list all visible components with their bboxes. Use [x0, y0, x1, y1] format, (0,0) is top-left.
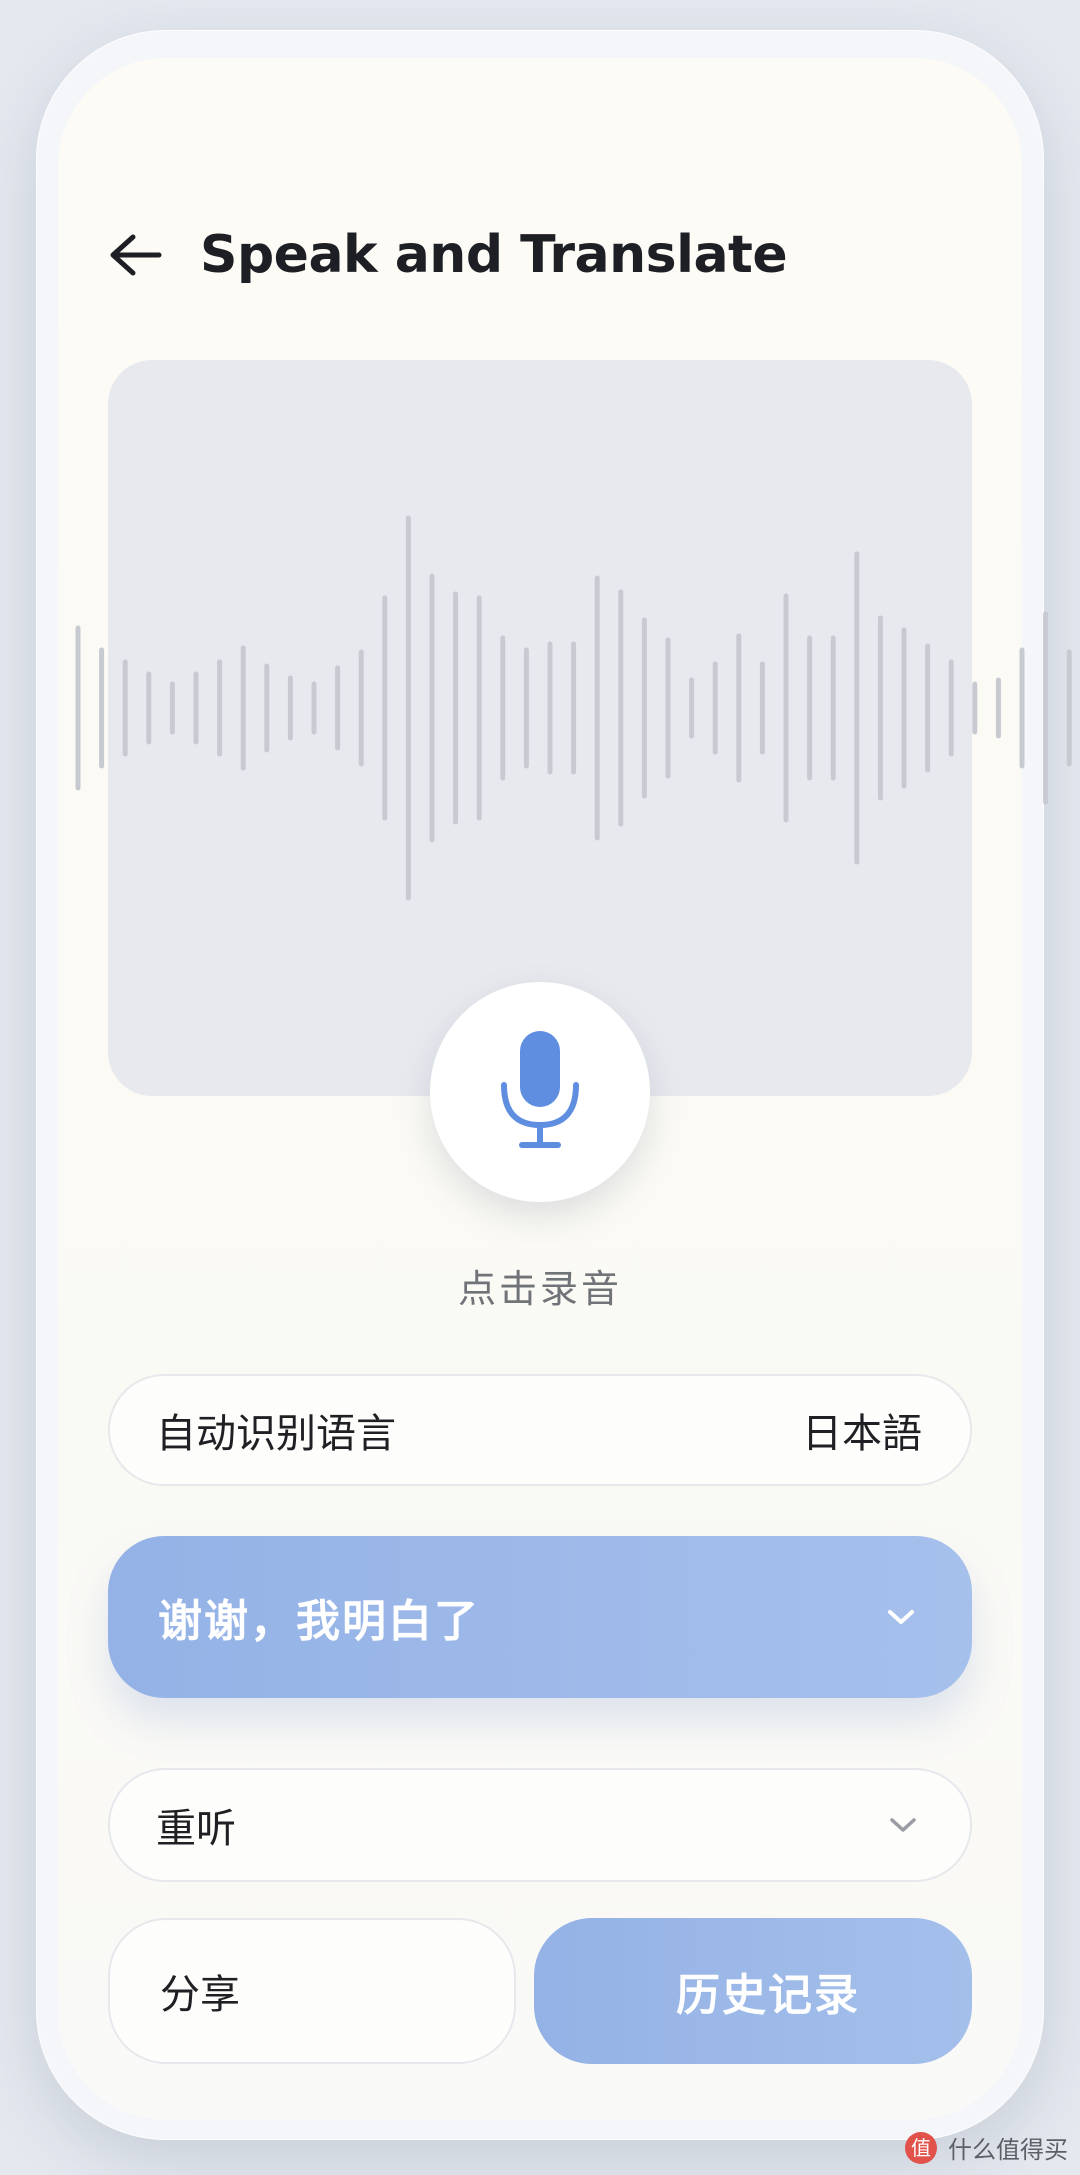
record-button[interactable]	[430, 982, 650, 1202]
share-label: 分享	[160, 1972, 240, 2018]
arrow-left-icon	[110, 234, 162, 276]
translation-result[interactable]: 谢谢，我明白了	[108, 1536, 972, 1698]
share-button[interactable]: 分享	[108, 1918, 516, 2064]
history-label: 历史记录	[676, 1970, 860, 2021]
back-button[interactable]	[100, 225, 170, 285]
history-button[interactable]: 历史记录	[534, 1918, 972, 2064]
replay-dropdown[interactable]: 重听	[108, 1768, 972, 1882]
chevron-down-icon[interactable]	[886, 1607, 916, 1627]
source-language: 自动识别语言	[156, 1411, 396, 1457]
language-selector[interactable]: 自动识别语言 日本語	[108, 1374, 972, 1486]
microphone-icon	[501, 1031, 579, 1148]
page-title: Speak and Translate	[200, 225, 788, 285]
target-language[interactable]: 日本語	[802, 1401, 922, 1459]
translation-text: 谢谢，我明白了	[158, 1596, 480, 1647]
record-caption: 点击录音	[457, 1267, 622, 1311]
watermark-text: 什么值得买	[948, 2136, 1068, 2164]
watermark: 值 什么值得买	[904, 2130, 1068, 2165]
replay-label: 重听	[156, 1806, 236, 1852]
svg-text:值: 值	[911, 2136, 931, 2160]
chevron-down-icon	[890, 1818, 916, 1832]
watermark-logo: 值	[905, 2131, 937, 2164]
